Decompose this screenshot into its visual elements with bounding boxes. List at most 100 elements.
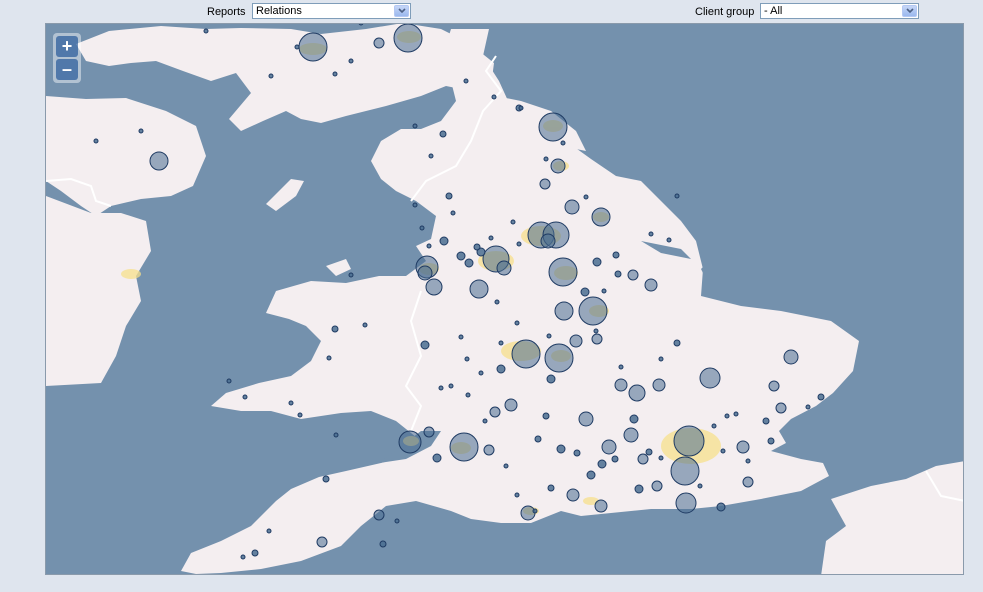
- location-marker[interactable]: [348, 272, 354, 278]
- location-marker[interactable]: [578, 296, 608, 326]
- location-marker[interactable]: [580, 287, 590, 297]
- location-marker[interactable]: [298, 32, 328, 62]
- location-marker[interactable]: [464, 356, 470, 362]
- location-marker[interactable]: [675, 492, 697, 514]
- location-marker[interactable]: [534, 435, 542, 443]
- location-marker[interactable]: [573, 449, 581, 457]
- location-marker[interactable]: [478, 370, 484, 376]
- location-marker[interactable]: [316, 536, 328, 548]
- location-marker[interactable]: [543, 156, 549, 162]
- location-marker[interactable]: [488, 235, 494, 241]
- location-marker[interactable]: [742, 476, 754, 488]
- location-marker[interactable]: [612, 251, 620, 259]
- location-marker[interactable]: [542, 412, 550, 420]
- location-marker[interactable]: [362, 322, 368, 328]
- location-marker[interactable]: [494, 299, 500, 305]
- location-marker[interactable]: [566, 488, 580, 502]
- location-marker[interactable]: [394, 518, 400, 524]
- location-marker[interactable]: [518, 105, 524, 111]
- location-marker[interactable]: [628, 384, 646, 402]
- location-marker[interactable]: [592, 257, 602, 267]
- location-marker[interactable]: [426, 243, 432, 249]
- location-marker[interactable]: [762, 417, 770, 425]
- map-viewport[interactable]: + –: [45, 23, 964, 575]
- location-marker[interactable]: [93, 138, 99, 144]
- chevron-down-icon[interactable]: [902, 5, 917, 17]
- location-marker[interactable]: [540, 233, 556, 249]
- location-marker[interactable]: [439, 236, 449, 246]
- location-marker[interactable]: [268, 73, 274, 79]
- location-marker[interactable]: [326, 355, 332, 361]
- location-marker[interactable]: [412, 202, 418, 208]
- location-marker[interactable]: [594, 499, 608, 513]
- location-marker[interactable]: [463, 78, 469, 84]
- location-marker[interactable]: [550, 158, 566, 174]
- location-marker[interactable]: [510, 219, 516, 225]
- location-marker[interactable]: [498, 340, 504, 346]
- location-marker[interactable]: [469, 279, 489, 299]
- map-canvas[interactable]: [46, 24, 964, 575]
- location-marker[interactable]: [423, 426, 435, 438]
- location-marker[interactable]: [332, 71, 338, 77]
- location-marker[interactable]: [720, 448, 726, 454]
- location-marker[interactable]: [539, 178, 551, 190]
- location-marker[interactable]: [333, 432, 339, 438]
- location-marker[interactable]: [546, 333, 552, 339]
- location-marker[interactable]: [538, 112, 568, 142]
- location-marker[interactable]: [611, 455, 619, 463]
- location-marker[interactable]: [697, 483, 703, 489]
- location-marker[interactable]: [578, 411, 594, 427]
- location-marker[interactable]: [658, 455, 664, 461]
- location-marker[interactable]: [583, 194, 589, 200]
- location-marker[interactable]: [458, 334, 464, 340]
- location-marker[interactable]: [627, 269, 639, 281]
- location-marker[interactable]: [634, 484, 644, 494]
- location-marker[interactable]: [733, 411, 739, 417]
- location-marker[interactable]: [601, 439, 617, 455]
- location-marker[interactable]: [226, 378, 232, 384]
- location-marker[interactable]: [288, 400, 294, 406]
- location-marker[interactable]: [593, 328, 599, 334]
- location-marker[interactable]: [651, 480, 663, 492]
- location-marker[interactable]: [412, 123, 418, 129]
- location-marker[interactable]: [242, 394, 248, 400]
- location-marker[interactable]: [373, 37, 385, 49]
- location-marker[interactable]: [666, 237, 672, 243]
- location-marker[interactable]: [450, 210, 456, 216]
- location-marker[interactable]: [711, 423, 717, 429]
- location-marker[interactable]: [547, 484, 555, 492]
- location-marker[interactable]: [516, 241, 522, 247]
- location-marker[interactable]: [465, 392, 471, 398]
- location-marker[interactable]: [432, 453, 442, 463]
- location-marker[interactable]: [496, 260, 512, 276]
- location-marker[interactable]: [601, 288, 607, 294]
- location-marker[interactable]: [520, 505, 536, 521]
- location-marker[interactable]: [419, 225, 425, 231]
- location-marker[interactable]: [417, 265, 433, 281]
- location-marker[interactable]: [658, 356, 664, 362]
- location-marker[interactable]: [554, 301, 574, 321]
- location-marker[interactable]: [767, 437, 775, 445]
- location-marker[interactable]: [736, 440, 750, 454]
- location-marker[interactable]: [439, 130, 447, 138]
- location-marker[interactable]: [251, 549, 259, 557]
- location-marker[interactable]: [644, 278, 658, 292]
- location-marker[interactable]: [503, 463, 509, 469]
- location-marker[interactable]: [425, 278, 443, 296]
- location-marker[interactable]: [546, 374, 556, 384]
- location-marker[interactable]: [514, 492, 520, 498]
- location-marker[interactable]: [618, 364, 624, 370]
- location-marker[interactable]: [420, 340, 430, 350]
- location-marker[interactable]: [614, 270, 622, 278]
- location-marker[interactable]: [817, 393, 825, 401]
- location-marker[interactable]: [438, 385, 444, 391]
- reports-select[interactable]: Relations: [252, 3, 411, 19]
- location-marker[interactable]: [504, 398, 518, 412]
- location-marker[interactable]: [556, 444, 566, 454]
- location-marker[interactable]: [149, 151, 169, 171]
- location-marker[interactable]: [532, 508, 538, 514]
- location-marker[interactable]: [652, 378, 666, 392]
- location-marker[interactable]: [514, 320, 520, 326]
- location-marker[interactable]: [456, 251, 466, 261]
- location-marker[interactable]: [482, 418, 488, 424]
